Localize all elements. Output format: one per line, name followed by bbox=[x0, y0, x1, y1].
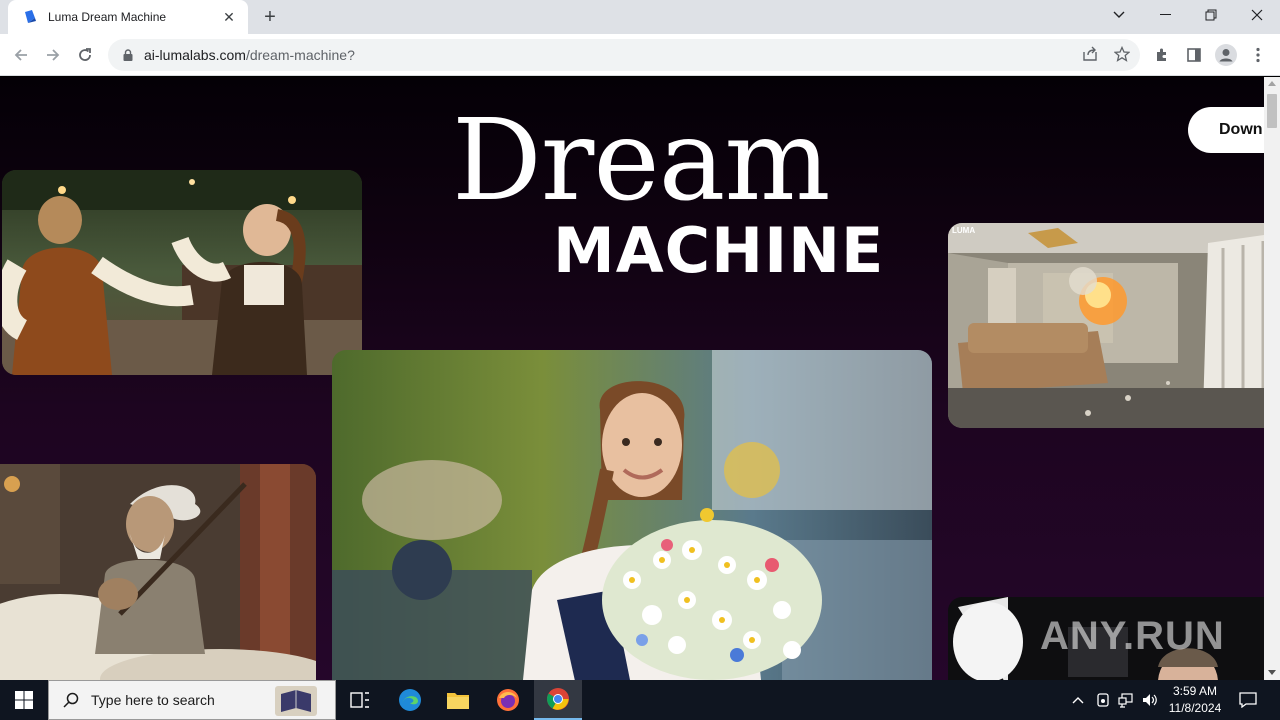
scroll-up-icon[interactable] bbox=[1268, 81, 1276, 86]
extensions-icon[interactable] bbox=[1150, 43, 1174, 67]
tab-search-icon[interactable] bbox=[1096, 0, 1142, 30]
network-icon[interactable] bbox=[1116, 680, 1136, 720]
anyrun-watermark: ANY.RUN bbox=[1040, 614, 1225, 658]
volume-icon[interactable] bbox=[1140, 680, 1160, 720]
clock-time: 3:59 AM bbox=[1172, 684, 1218, 698]
chrome-menu-icon[interactable] bbox=[1246, 43, 1270, 67]
side-panel-icon[interactable] bbox=[1182, 43, 1206, 67]
windows-taskbar: Type here to search 3:59 AM 11/8/2024 bbox=[0, 680, 1280, 720]
browser-tab[interactable]: Luma Dream Machine ✕ bbox=[8, 0, 248, 34]
edge-icon[interactable] bbox=[386, 680, 434, 720]
taskbar-clock[interactable]: 3:59 AM 11/8/2024 bbox=[1162, 683, 1228, 717]
taskbar-search-box[interactable]: Type here to search bbox=[48, 680, 336, 720]
file-explorer-icon[interactable] bbox=[434, 680, 482, 720]
task-view-icon[interactable] bbox=[336, 680, 384, 720]
close-window-button[interactable] bbox=[1234, 0, 1280, 30]
reload-button[interactable] bbox=[72, 42, 98, 68]
luma-logo-text: LUMA bbox=[952, 226, 976, 235]
notifications-icon[interactable] bbox=[1236, 680, 1260, 720]
windows-logo-icon bbox=[15, 691, 33, 709]
profile-avatar-icon[interactable] bbox=[1214, 43, 1238, 67]
search-placeholder: Type here to search bbox=[91, 692, 215, 708]
scroll-down-icon[interactable] bbox=[1268, 670, 1276, 675]
search-highlight-icon bbox=[275, 686, 317, 716]
scroll-thumb[interactable] bbox=[1267, 94, 1277, 128]
tab-close-icon[interactable]: ✕ bbox=[220, 8, 238, 26]
forward-button[interactable] bbox=[40, 42, 66, 68]
bookmark-star-icon[interactable] bbox=[1110, 42, 1134, 66]
new-tab-button[interactable]: + bbox=[258, 6, 282, 28]
tray-overflow-icon[interactable] bbox=[1068, 680, 1088, 720]
search-icon bbox=[63, 692, 79, 708]
dancing-women-image bbox=[2, 170, 362, 375]
minimize-button[interactable] bbox=[1142, 0, 1188, 30]
tab-strip: Luma Dream Machine ✕ + bbox=[0, 0, 1280, 34]
clock-date: 11/8/2024 bbox=[1168, 701, 1222, 715]
share-icon[interactable] bbox=[1078, 42, 1102, 66]
restore-button[interactable] bbox=[1188, 0, 1234, 30]
firefox-icon[interactable] bbox=[484, 680, 532, 720]
dancing-women-video-card[interactable] bbox=[2, 170, 362, 375]
old-musician-image bbox=[0, 464, 316, 680]
back-button[interactable] bbox=[8, 42, 34, 68]
old-musician-video-card[interactable] bbox=[0, 464, 316, 680]
woman-with-flowers-video-card[interactable] bbox=[332, 350, 932, 680]
woman-with-flowers-image bbox=[332, 350, 932, 680]
download-button[interactable]: Down bbox=[1188, 107, 1264, 153]
page-scrollbar[interactable] bbox=[1264, 77, 1280, 680]
dream-title: Dream bbox=[452, 96, 831, 226]
exploding-room-image bbox=[948, 223, 1264, 428]
browser-toolbar: ai-lumalabs.com/dream-machine? bbox=[0, 34, 1280, 76]
device-icon[interactable] bbox=[1093, 680, 1113, 720]
machine-title: MACHINE bbox=[553, 214, 885, 287]
url-path: /dream-machine? bbox=[245, 47, 355, 63]
url-host: ai-lumalabs.com bbox=[144, 47, 246, 63]
luma-favicon-icon bbox=[25, 10, 36, 23]
page-viewport: Dream MACHINE Down LUMA ANY.RUN bbox=[0, 77, 1264, 680]
address-bar[interactable]: ai-lumalabs.com/dream-machine? bbox=[108, 39, 1140, 71]
start-button[interactable] bbox=[0, 680, 48, 720]
lock-icon[interactable] bbox=[122, 49, 134, 61]
tab-title: Luma Dream Machine bbox=[48, 10, 167, 24]
exploding-room-video-card[interactable]: LUMA bbox=[948, 223, 1264, 428]
chrome-taskbar-icon[interactable] bbox=[534, 680, 582, 720]
